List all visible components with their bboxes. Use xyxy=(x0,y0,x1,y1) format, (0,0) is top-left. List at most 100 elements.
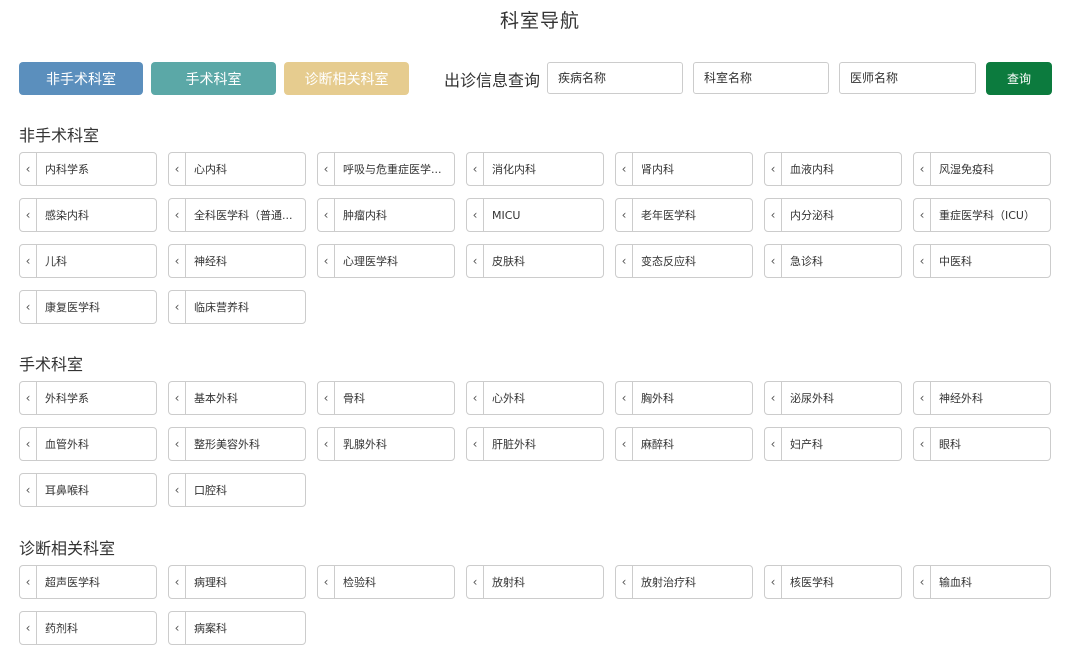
department-item[interactable]: ‹ 变态反应科 xyxy=(615,244,753,278)
department-item[interactable]: ‹ 超声医学科 xyxy=(19,565,157,599)
department-item[interactable]: ‹ 皮肤科 xyxy=(466,244,604,278)
department-item[interactable]: ‹ 眼科 xyxy=(913,427,1051,461)
chevron-left-icon: ‹ xyxy=(919,575,925,589)
department-item[interactable]: ‹ 肾内科 xyxy=(615,152,753,186)
department-item[interactable]: ‹ 心外科 xyxy=(466,381,604,415)
department-item[interactable]: ‹ 重症医学科（ICU） xyxy=(913,198,1051,232)
chevron-left-icon: ‹ xyxy=(25,575,31,589)
chevron-left-icon: ‹ xyxy=(472,162,478,176)
department-item[interactable]: ‹ 血管外科 xyxy=(19,427,157,461)
chevron-left-icon: ‹ xyxy=(25,208,31,222)
department-item[interactable]: ‹ 全科医学科（普通... xyxy=(168,198,306,232)
department-item[interactable]: ‹ 老年医学科 xyxy=(615,198,753,232)
department-label: 检验科 xyxy=(343,576,376,589)
department-item[interactable]: ‹ 内分泌科 xyxy=(764,198,902,232)
department-item[interactable]: ‹ 检验科 xyxy=(317,565,455,599)
department-item[interactable]: ‹ 核医学科 xyxy=(764,565,902,599)
department-item[interactable]: ‹ 风湿免疫科 xyxy=(913,152,1051,186)
department-item[interactable]: ‹ 感染内科 xyxy=(19,198,157,232)
department-item[interactable]: ‹ 神经科 xyxy=(168,244,306,278)
chevron-left-icon: ‹ xyxy=(472,437,478,451)
chevron-left-icon: ‹ xyxy=(323,437,329,451)
non-surgical-departments-button[interactable]: 非手术科室 xyxy=(19,62,143,95)
department-item[interactable]: ‹ 放射治疗科 xyxy=(615,565,753,599)
section-title: 诊断相关科室 xyxy=(19,539,116,558)
chevron-left-icon: ‹ xyxy=(323,208,329,222)
diagnostic-departments-button[interactable]: 诊断相关科室 xyxy=(284,62,409,95)
department-item[interactable]: ‹ 病案科 xyxy=(168,611,306,645)
department-label: 骨科 xyxy=(343,392,365,405)
department-label: 儿科 xyxy=(45,255,67,268)
department-grid: ‹ 内科学系 ‹ 心内科 ‹ 呼吸与危重症医学... ‹ 消化内科 ‹ 肾内科 ‹ 血液内科 ‹ 风湿免疫… xyxy=(19,152,1059,324)
query-button[interactable]: 查询 xyxy=(986,62,1052,95)
department-item[interactable]: ‹ 心内科 xyxy=(168,152,306,186)
department-item[interactable]: ‹ 肿瘤内科 xyxy=(317,198,455,232)
department-label: 肝脏外科 xyxy=(492,438,536,451)
chevron-left-icon: ‹ xyxy=(919,391,925,405)
chevron-left-icon: ‹ xyxy=(621,391,627,405)
doctor-name-input[interactable] xyxy=(839,62,976,94)
department-item[interactable]: ‹ 肝脏外科 xyxy=(466,427,604,461)
chevron-left-icon: ‹ xyxy=(174,300,180,314)
department-label: 内科学系 xyxy=(45,163,89,176)
department-item[interactable]: ‹ 麻醉科 xyxy=(615,427,753,461)
chevron-left-icon: ‹ xyxy=(174,437,180,451)
chevron-left-icon: ‹ xyxy=(174,483,180,497)
department-item[interactable]: ‹ 血液内科 xyxy=(764,152,902,186)
department-label: 内分泌科 xyxy=(790,209,834,222)
department-item[interactable]: ‹ 神经外科 xyxy=(913,381,1051,415)
department-item[interactable]: ‹ 妇产科 xyxy=(764,427,902,461)
department-item[interactable]: ‹ 骨科 xyxy=(317,381,455,415)
department-label: 呼吸与危重症医学... xyxy=(343,163,442,176)
department-item[interactable]: ‹ MICU xyxy=(466,198,604,232)
department-name-input[interactable] xyxy=(693,62,829,94)
department-item[interactable]: ‹ 呼吸与危重症医学... xyxy=(317,152,455,186)
department-item[interactable]: ‹ 外科学系 xyxy=(19,381,157,415)
chevron-left-icon: ‹ xyxy=(770,437,776,451)
department-item[interactable]: ‹ 胸外科 xyxy=(615,381,753,415)
chevron-left-icon: ‹ xyxy=(621,254,627,268)
chevron-left-icon: ‹ xyxy=(174,254,180,268)
department-label: 心外科 xyxy=(492,392,525,405)
department-item[interactable]: ‹ 乳腺外科 xyxy=(317,427,455,461)
department-item[interactable]: ‹ 耳鼻喉科 xyxy=(19,473,157,507)
disease-name-input[interactable] xyxy=(547,62,683,94)
department-item[interactable]: ‹ 心理医学科 xyxy=(317,244,455,278)
chevron-left-icon: ‹ xyxy=(25,162,31,176)
department-label: 药剂科 xyxy=(45,622,78,635)
department-label: 急诊科 xyxy=(790,255,823,268)
department-item[interactable]: ‹ 急诊科 xyxy=(764,244,902,278)
surgical-departments-button[interactable]: 手术科室 xyxy=(151,62,276,95)
department-item[interactable]: ‹ 口腔科 xyxy=(168,473,306,507)
department-item[interactable]: ‹ 临床营养科 xyxy=(168,290,306,324)
department-item[interactable]: ‹ 整形美容外科 xyxy=(168,427,306,461)
chevron-left-icon: ‹ xyxy=(919,162,925,176)
department-label: 病理科 xyxy=(194,576,227,589)
chevron-left-icon: ‹ xyxy=(25,254,31,268)
chevron-left-icon: ‹ xyxy=(472,391,478,405)
department-item[interactable]: ‹ 康复医学科 xyxy=(19,290,157,324)
department-label: 超声医学科 xyxy=(45,576,100,589)
department-item[interactable]: ‹ 药剂科 xyxy=(19,611,157,645)
department-item[interactable]: ‹ 基本外科 xyxy=(168,381,306,415)
department-label: 临床营养科 xyxy=(194,301,249,314)
clinic-info-query-label: 出诊信息查询 xyxy=(444,71,541,90)
chevron-left-icon: ‹ xyxy=(770,208,776,222)
chevron-left-icon: ‹ xyxy=(770,254,776,268)
department-item[interactable]: ‹ 输血科 xyxy=(913,565,1051,599)
department-label: 麻醉科 xyxy=(641,438,674,451)
chevron-left-icon: ‹ xyxy=(919,208,925,222)
department-item[interactable]: ‹ 内科学系 xyxy=(19,152,157,186)
chevron-left-icon: ‹ xyxy=(174,621,180,635)
department-item[interactable]: ‹ 泌尿外科 xyxy=(764,381,902,415)
department-item[interactable]: ‹ 放射科 xyxy=(466,565,604,599)
department-item[interactable]: ‹ 病理科 xyxy=(168,565,306,599)
chevron-left-icon: ‹ xyxy=(621,575,627,589)
department-item[interactable]: ‹ 儿科 xyxy=(19,244,157,278)
department-label: 乳腺外科 xyxy=(343,438,387,451)
department-item[interactable]: ‹ 消化内科 xyxy=(466,152,604,186)
chevron-left-icon: ‹ xyxy=(174,575,180,589)
chevron-left-icon: ‹ xyxy=(919,437,925,451)
department-item[interactable]: ‹ 中医科 xyxy=(913,244,1051,278)
chevron-left-icon: ‹ xyxy=(323,391,329,405)
